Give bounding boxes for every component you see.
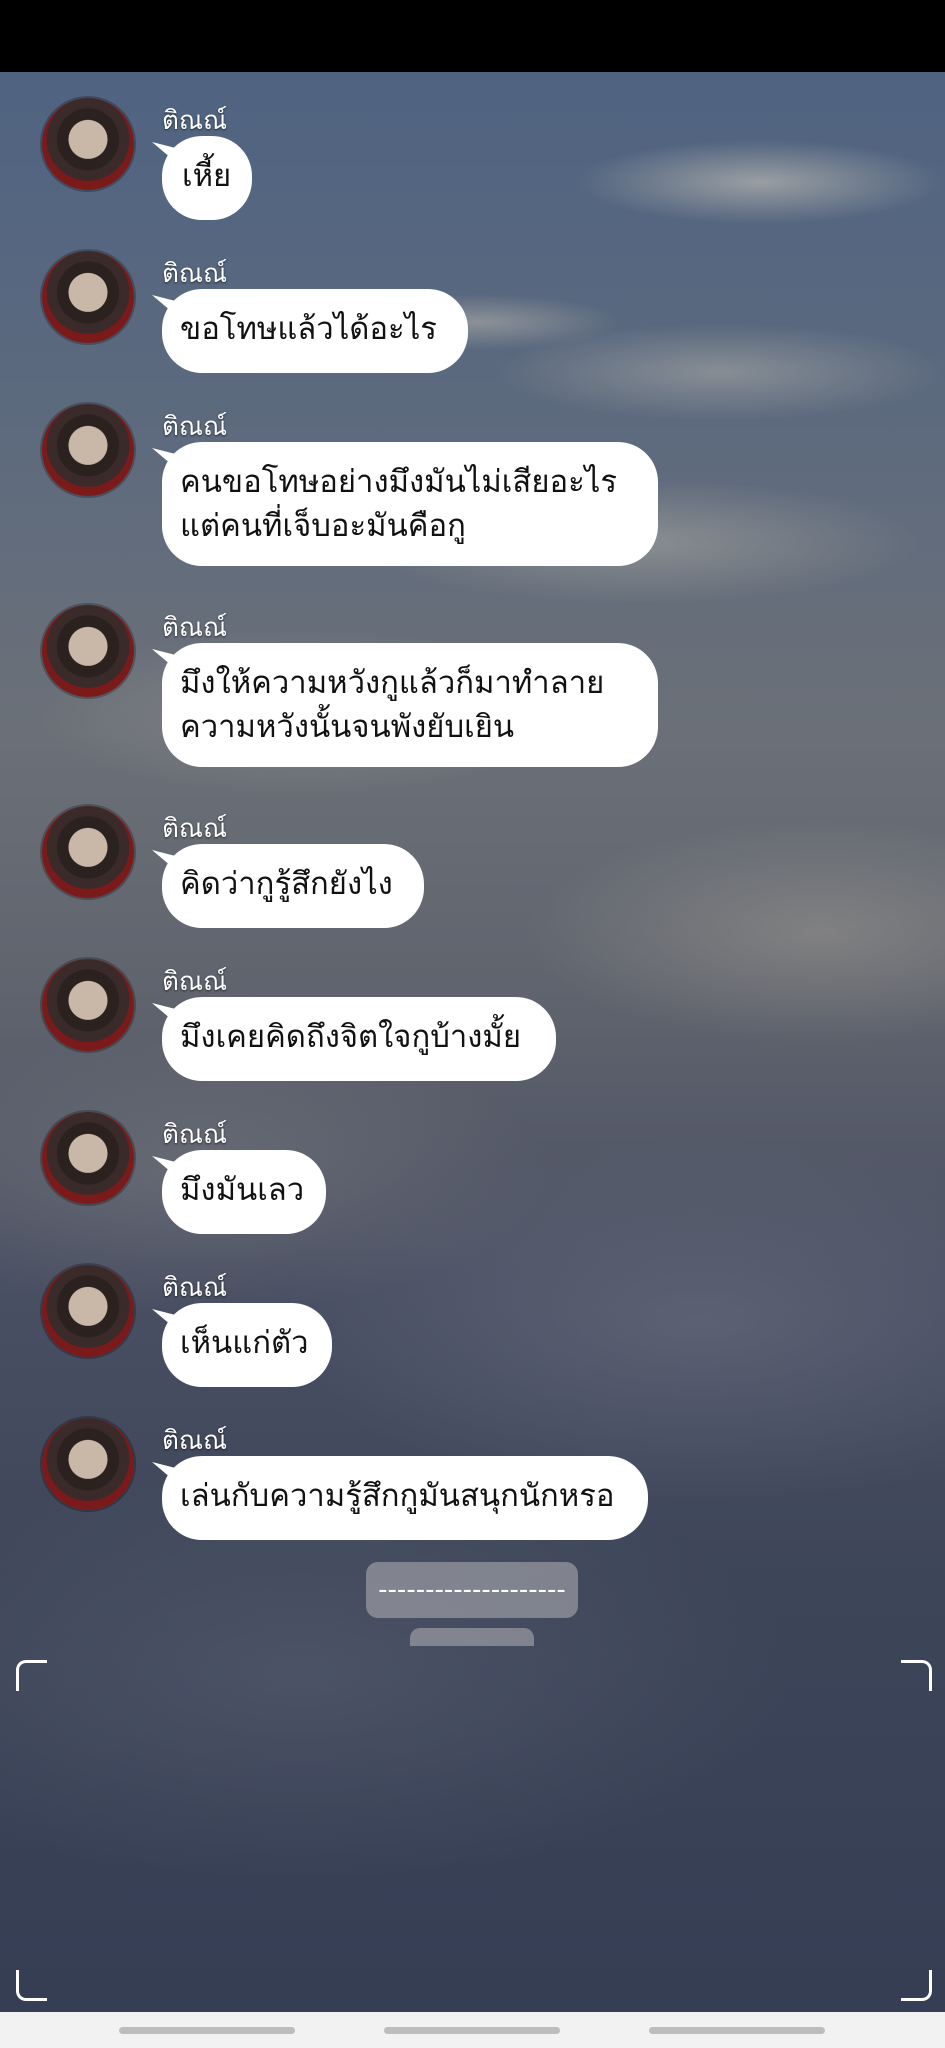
nav-handle[interactable] [384,2027,560,2034]
crop-corner-icon [901,1970,932,2001]
avatar[interactable] [42,404,134,496]
sender-name: ติณณ์ [162,1273,228,1303]
message-bubble[interactable]: คนขอโทษอย่างมึงมันไม่เสียอะไร แต่คนที่เจ… [162,442,658,566]
sender-name: ติณณ์ [162,814,228,844]
crop-corner-icon [16,1970,47,2001]
avatar[interactable] [42,959,134,1051]
avatar[interactable] [42,1112,134,1204]
avatar[interactable] [42,806,134,898]
message-bubble[interactable]: มึงมันเลว [162,1150,326,1234]
avatar[interactable] [42,605,134,697]
sender-name: ติณณ์ [162,106,228,136]
message-bubble[interactable]: คิดว่ากูรู้สึกยังไง [162,844,424,928]
crop-corner-icon [901,1660,932,1691]
nav-handle[interactable] [119,2027,295,2034]
crop-corner-icon [16,1660,47,1691]
message-bubble[interactable]: เหี้ย [162,136,252,220]
navigation-bar [0,2012,945,2048]
sender-name: ติณณ์ [162,1426,228,1456]
sender-name: ติณณ์ [162,967,228,997]
avatar[interactable] [42,98,134,190]
nav-handle[interactable] [649,2027,825,2034]
sender-name: ติณณ์ [162,613,228,643]
partial-pill [410,1628,534,1646]
sender-name: ติณณ์ [162,412,228,442]
avatar[interactable] [42,1418,134,1510]
avatar[interactable] [42,251,134,343]
message-bubble[interactable]: มึงให้ความหวังกูแล้วก็มาทำลาย ความหวังนั… [162,643,658,767]
message-bubble[interactable]: ขอโทษแล้วได้อะไร [162,289,468,373]
message-bubble[interactable]: เล่นกับความรู้สึกกูมันสนุกนักหรอ [162,1456,648,1540]
chat-area[interactable]: ติณณ์ เหี้ย ติณณ์ ขอโทษแล้วได้อะไร ติณณ์… [0,72,945,2012]
avatar[interactable] [42,1265,134,1357]
sender-name: ติณณ์ [162,1120,228,1150]
sender-name: ติณณ์ [162,259,228,289]
status-bar [0,0,945,72]
divider-pill: -------------------- [366,1562,578,1618]
message-bubble[interactable]: เห็นแก่ตัว [162,1303,332,1387]
message-bubble[interactable]: มึงเคยคิดถึงจิตใจกูบ้างมั้ย [162,997,556,1081]
